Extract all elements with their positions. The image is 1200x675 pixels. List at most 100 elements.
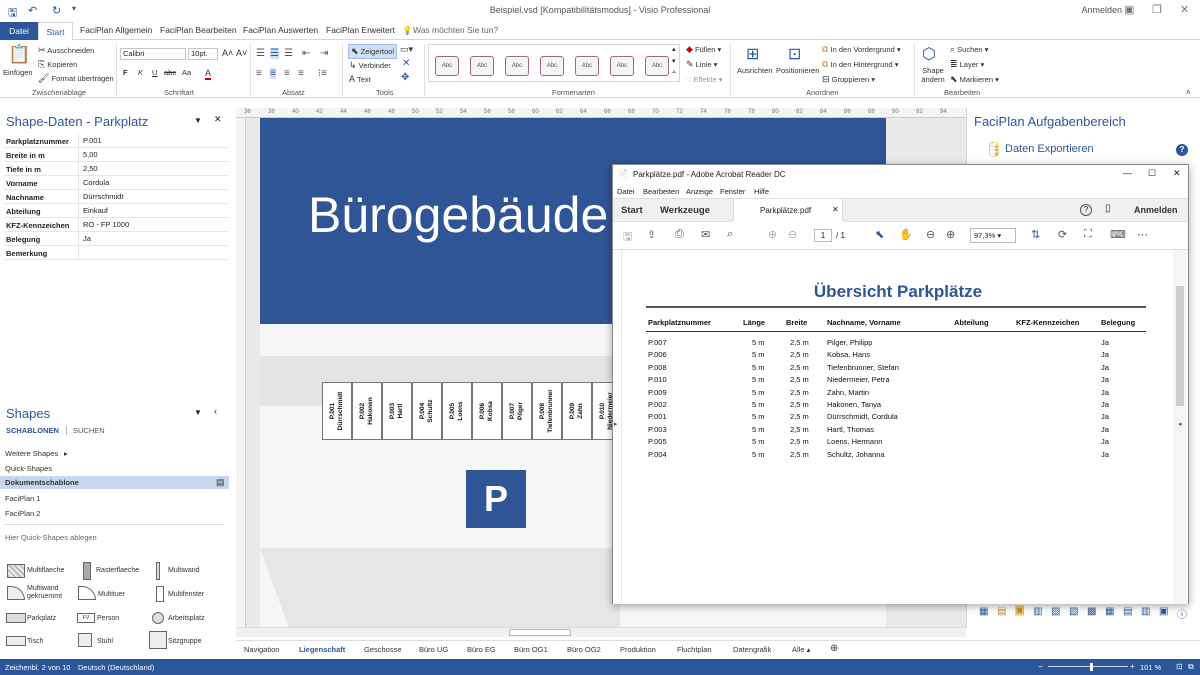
close-icon[interactable]: ✕ — [1180, 3, 1189, 16]
connector-button[interactable]: ↳ Verbinder — [349, 60, 391, 71]
tab-start[interactable]: Start — [38, 22, 73, 41]
bullets-icon[interactable]: ⁝≡ — [318, 68, 327, 79]
page-indicator[interactable]: Zeichenbl. 2 von 10 — [5, 663, 70, 672]
faciplan2-stencil-item[interactable]: FaciPlan 2 — [5, 509, 40, 518]
acrobat-menu-hilfe[interactable]: Hilfe — [754, 187, 769, 196]
acrobat-tab-tools[interactable]: Werkzeuge — [660, 205, 710, 216]
multifenster-shape-icon[interactable] — [156, 586, 164, 602]
zoom-select[interactable]: 97,3% ▾ — [970, 228, 1016, 243]
rotate-icon[interactable]: ⟳ — [1058, 228, 1067, 241]
more-shapes-item[interactable]: Weitere Shapes — [5, 449, 58, 458]
quick-shapes-item[interactable]: Quick-Shapes — [5, 464, 52, 473]
parking-sign[interactable]: P — [466, 470, 526, 528]
page-tab-produktion[interactable]: Produktion — [620, 645, 656, 654]
scroll-thumb[interactable] — [509, 629, 571, 636]
paste-icon[interactable]: 📋 — [8, 44, 30, 65]
align-bottom-icon[interactable]: ☰ — [284, 48, 293, 59]
parking-spot[interactable]: P.009 Zahn — [562, 382, 592, 440]
multiwand-shape-icon[interactable] — [156, 562, 160, 580]
pane-menu-icon[interactable]: ▼ — [194, 408, 202, 417]
help-icon[interactable]: ? — [1176, 144, 1188, 156]
position-button[interactable]: Positionieren — [776, 66, 819, 75]
position-icon[interactable]: ⊡ — [788, 44, 801, 64]
parking-spot[interactable]: P.006 Kobsa — [472, 382, 502, 440]
help-icon[interactable]: ? — [1080, 204, 1092, 216]
page-tab-datengrafik[interactable]: Datengrafik — [733, 645, 771, 654]
delete-connector-icon[interactable]: ✕ — [402, 58, 410, 69]
right-panel-toggle-icon[interactable]: ◂ — [1178, 420, 1182, 428]
sitzgruppe-shape-icon[interactable] — [149, 631, 167, 649]
zoom-slider-thumb[interactable] — [1090, 663, 1093, 671]
font-size-select[interactable]: 10pt. — [188, 48, 218, 60]
stuhl-shape-icon[interactable] — [78, 633, 92, 647]
acrobat-menu-bearbeiten[interactable]: Bearbeiten — [643, 187, 679, 196]
ramp-shape[interactable] — [260, 548, 620, 628]
page-tab-geschosse[interactable]: Geschosse — [364, 645, 402, 654]
add-page-icon[interactable]: ⊕ — [830, 643, 838, 654]
upload-icon[interactable]: ⇪ — [647, 228, 656, 241]
parking-spot[interactable]: P.005 Loens — [442, 382, 472, 440]
shape-data-row[interactable]: Parkplatznummer P.001 — [4, 134, 228, 148]
gallery-down-icon[interactable]: ▾ — [672, 57, 676, 65]
format-painter-button[interactable]: 🖌 Format übertragen — [38, 73, 114, 84]
font-name-select[interactable]: Calibri — [120, 48, 186, 60]
search-icon[interactable]: ⌕ — [727, 228, 733, 241]
fullscreen-icon[interactable]: ⛶ — [1084, 228, 1092, 241]
fit-page-icon[interactable]: ⇅ — [1031, 228, 1040, 241]
zoom-out-icon[interactable]: − — [1038, 662, 1043, 671]
acrobat-menu-anzeige[interactable]: Anzeige — [686, 187, 713, 196]
document-stencil-item[interactable]: Dokumentschablone — [5, 478, 79, 487]
toolbar-icon[interactable]: ▣ — [1015, 605, 1025, 616]
toolbar-icon[interactable]: ▥ — [1033, 606, 1042, 617]
shape-style-5[interactable]: Abc — [575, 56, 599, 76]
restore-icon[interactable]: ❐ — [1152, 3, 1162, 16]
parking-spot[interactable]: P.007 Pilger — [502, 382, 532, 440]
rectangle-tool-icon[interactable]: ▭▾ — [400, 44, 413, 55]
acrobat-menu-fenster[interactable]: Fenster — [720, 187, 745, 196]
bold-button[interactable]: F — [123, 68, 128, 77]
page-tab-buero-eg[interactable]: Büro EG — [467, 645, 496, 654]
toolbar-icon[interactable]: ▤ — [997, 606, 1006, 617]
left-panel-toggle-icon[interactable]: ▸ — [614, 420, 618, 428]
page-tab-liegenschaft[interactable]: Liegenschaft — [299, 645, 345, 654]
tab-datei[interactable]: Datei — [0, 22, 38, 40]
toolbar-icon[interactable]: ▨ — [1051, 606, 1060, 617]
page-tab-all[interactable]: Alle ▴ — [792, 645, 810, 654]
group-button[interactable]: ⊟ Gruppieren ▾ — [822, 74, 875, 85]
layer-button[interactable]: ≣ Layer ▾ — [950, 59, 984, 70]
ribbon-options-icon[interactable]: ▣ — [1124, 3, 1134, 16]
fit-page-icon[interactable]: ⊡ — [1176, 662, 1183, 671]
align-top-icon[interactable]: ☰ — [256, 48, 265, 59]
info-icon[interactable]: ⓘ — [1177, 606, 1187, 621]
person-shape-icon[interactable]: FV — [77, 613, 95, 623]
shape-data-row[interactable]: Belegung Ja — [4, 232, 228, 246]
tools-panel-icon[interactable]: ⌨ — [1110, 228, 1126, 241]
field-value[interactable]: P.001 — [78, 134, 102, 148]
print-icon[interactable]: ⎙ — [675, 228, 684, 241]
pointer-tool-button[interactable]: ⬉ Zeigertool — [348, 44, 397, 59]
shape-data-row[interactable]: Nachname Dürrschmidt — [4, 190, 228, 204]
field-value[interactable]: RO - FP 1000 — [78, 218, 129, 232]
connection-point-icon[interactable]: ✥ — [401, 72, 409, 83]
send-to-back-button[interactable]: ⧉ In den Hintergrund ▾ — [822, 59, 899, 70]
field-value[interactable]: Cordula — [78, 176, 109, 190]
switch-windows-icon[interactable]: ⧉ — [1188, 662, 1194, 672]
pdf-viewport[interactable]: Übersicht Parkplätze Parkplatznummer Län… — [613, 250, 1188, 604]
parking-spot[interactable]: P.008 Tiefenbrunner — [532, 382, 562, 440]
shape-style-4[interactable]: Abc — [540, 56, 564, 76]
toolbar-icon[interactable]: ▦ — [1105, 606, 1114, 617]
shape-data-row[interactable]: KFZ-Kennzeichen RO - FP 1000 — [4, 218, 228, 232]
save-icon[interactable]: 🖫 — [623, 228, 632, 247]
horizontal-scrollbar[interactable] — [236, 627, 966, 637]
shape-style-7[interactable]: Abc — [645, 56, 669, 76]
shape-style-2[interactable]: Abc — [470, 56, 494, 76]
align-button[interactable]: Ausrichten — [737, 66, 772, 75]
scroll-thumb[interactable] — [1176, 286, 1184, 406]
acrobat-tab-home[interactable]: Start — [621, 205, 643, 216]
align-middle-icon[interactable]: ☰ — [270, 48, 279, 59]
arbeitsplatz-shape-icon[interactable] — [152, 612, 164, 624]
pane-menu-icon[interactable]: ▼ — [194, 116, 202, 125]
mobile-icon[interactable]: ▯ — [1105, 203, 1111, 214]
shape-style-1[interactable]: Abc — [435, 56, 459, 76]
shape-data-row[interactable]: Vorname Cordula — [4, 176, 228, 190]
